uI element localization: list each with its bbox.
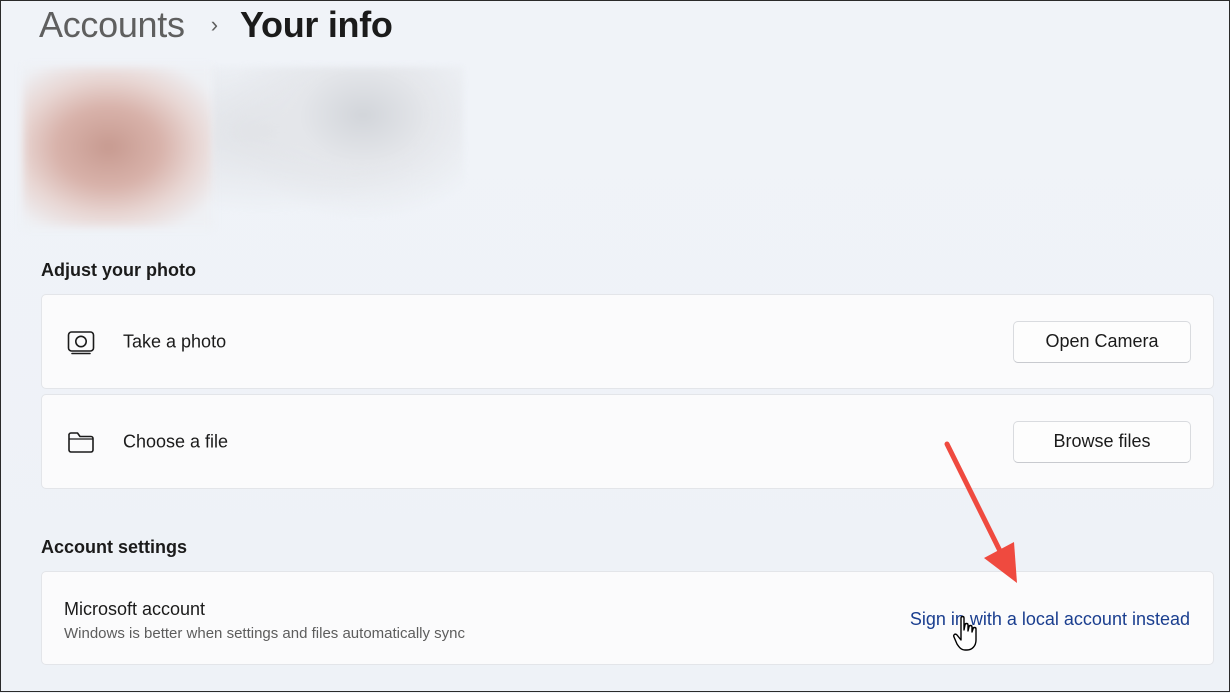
microsoft-account-row: Microsoft account Windows is better when… — [41, 571, 1214, 665]
take-photo-row: Take a photo Open Camera — [41, 294, 1214, 389]
camera-icon — [66, 327, 96, 357]
chevron-right-icon: › — [210, 12, 219, 37]
account-settings-heading: Account settings — [41, 537, 188, 557]
adjust-photo-heading: Adjust your photo — [41, 260, 196, 280]
avatar — [23, 67, 213, 227]
microsoft-account-title: Microsoft account — [64, 599, 206, 619]
folder-icon — [66, 427, 96, 457]
choose-file-row: Choose a file Browse files — [41, 394, 1214, 489]
blurred-profile-picture-and-name — [23, 67, 463, 227]
take-photo-label: Take a photo — [123, 331, 227, 351]
choose-file-label: Choose a file — [123, 431, 229, 451]
sign-in-local-account-link[interactable]: Sign in with a local account instead — [910, 609, 1190, 630]
microsoft-account-description: Windows is better when settings and file… — [64, 625, 466, 642]
page-title: Your info — [240, 4, 393, 45]
breadcrumb: Accounts › Your info — [39, 1, 393, 49]
browse-files-button[interactable]: Browse files — [1013, 420, 1191, 463]
settings-window: Accounts › Your info Adjust your photo T… — [0, 0, 1230, 692]
open-camera-button[interactable]: Open Camera — [1013, 320, 1191, 363]
blurred-user-name — [213, 67, 463, 227]
breadcrumb-accounts[interactable]: Accounts — [39, 4, 185, 46]
